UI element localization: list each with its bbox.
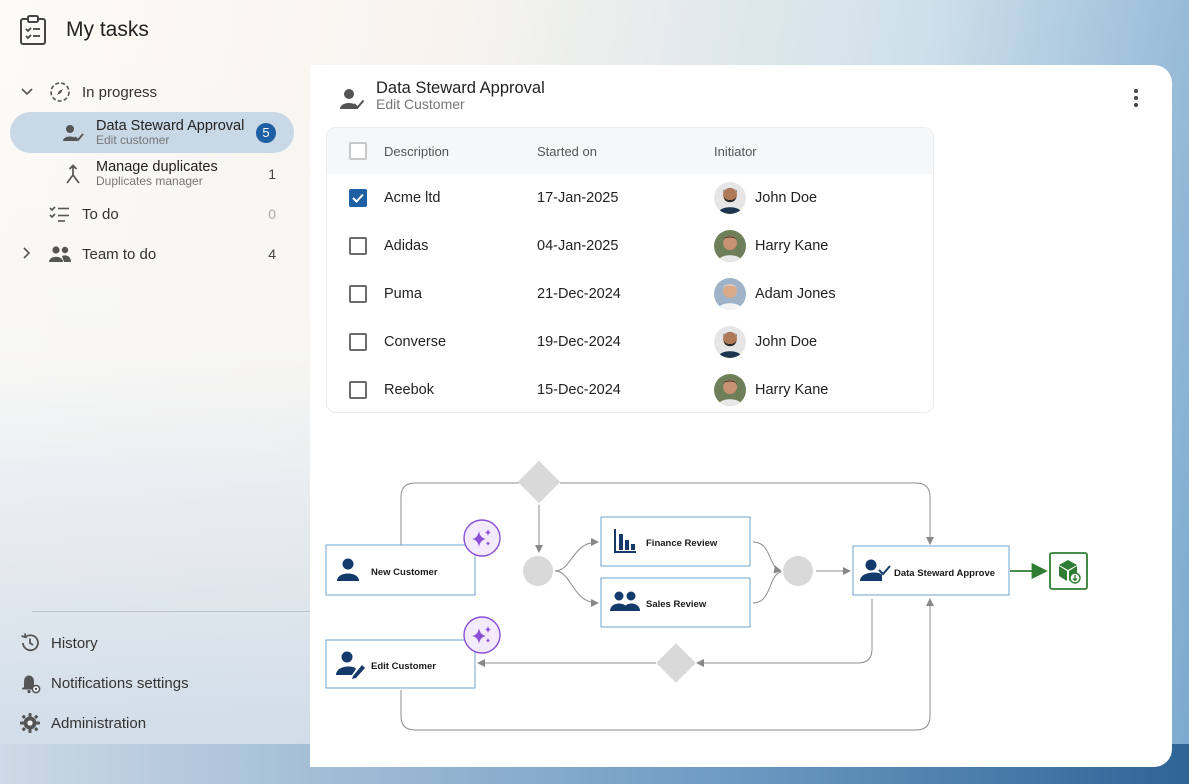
nav-notifications-label: Notifications settings — [51, 674, 189, 692]
row-description: Adidas — [384, 238, 429, 254]
row-initiator: Harry Kane — [755, 382, 829, 398]
progress-compass-icon — [46, 81, 74, 103]
count-badge: 5 — [256, 122, 276, 143]
task-table: Description Started on Initiator Acme lt… — [326, 127, 934, 413]
task-subtitle: Edit Customer — [376, 96, 465, 113]
user-check-icon — [62, 123, 84, 143]
row-checkbox[interactable] — [348, 237, 367, 255]
node-finance-review[interactable]: Finance Review — [600, 516, 751, 567]
page-title: My tasks — [66, 18, 149, 41]
row-started-on: 19-Dec-2024 — [537, 334, 621, 350]
clipboard-list-icon — [18, 14, 48, 46]
row-initiator: John Doe — [755, 334, 818, 350]
row-initiator: Adam Jones — [755, 286, 836, 302]
row-checkbox[interactable] — [348, 285, 367, 303]
checklist-icon — [46, 205, 74, 223]
row-description: Acme ltd — [384, 190, 441, 206]
node-edit-customer[interactable]: Edit Customer — [325, 639, 476, 689]
gateway-diamond[interactable] — [656, 643, 696, 683]
sidebar-bottom-nav: History Notifications settings Administr… — [18, 623, 189, 743]
chevron-down-icon[interactable] — [16, 85, 38, 99]
nav-item-subtitle: Edit customer — [96, 132, 170, 147]
nav-to-do-label: To do — [82, 205, 119, 223]
node-new-customer[interactable]: New Customer — [325, 544, 476, 596]
row-checkbox[interactable] — [348, 381, 367, 399]
table-row[interactable]: Converse 19-Dec-2024 John Doe — [327, 318, 933, 366]
nav-notifications-settings[interactable]: Notifications settings — [18, 663, 189, 703]
select-all-checkbox[interactable] — [348, 142, 367, 160]
row-checkbox[interactable] — [348, 333, 367, 351]
nav-to-do-count: 0 — [268, 206, 276, 222]
column-header[interactable]: Started on — [537, 144, 714, 159]
node-label: Finance Review — [646, 538, 718, 549]
table-header: Description Started on Initiator — [327, 128, 933, 174]
nav-item-data-steward-approval[interactable]: Data Steward Approval Edit customer 5 — [10, 112, 294, 153]
bell-settings-icon — [18, 672, 42, 694]
row-started-on: 21-Dec-2024 — [537, 286, 621, 302]
nav-item-manage-duplicates[interactable]: Manage duplicates Duplicates manager 1 — [8, 153, 298, 194]
gateway-circle[interactable] — [783, 556, 813, 586]
node-label: New Customer — [371, 567, 438, 578]
column-header[interactable]: Description — [384, 144, 537, 159]
column-header[interactable]: Initiator — [714, 144, 933, 159]
sidebar-divider — [32, 611, 310, 612]
history-icon — [18, 632, 42, 654]
app-header: My tasks — [18, 14, 149, 46]
nav-team-to-do[interactable]: Team to do 4 — [8, 234, 298, 274]
chevron-right-icon[interactable] — [16, 246, 38, 262]
completed-package-icon[interactable] — [1049, 552, 1088, 590]
nav-administration[interactable]: Administration — [18, 703, 189, 743]
nav-in-progress-label: In progress — [82, 83, 158, 101]
table-row[interactable]: Reebok 15-Dec-2024 Harry Kane — [327, 366, 933, 412]
nav-item-title: Manage duplicates — [96, 158, 218, 175]
row-description: Reebok — [384, 382, 434, 398]
gateway-diamond[interactable] — [517, 460, 561, 504]
node-label: Sales Review — [646, 599, 707, 610]
nav-to-do[interactable]: To do 0 — [8, 194, 298, 234]
row-description: Converse — [384, 334, 447, 350]
nav-in-progress[interactable]: In progress — [8, 72, 298, 112]
gear-icon — [18, 712, 42, 734]
ai-sparkle-icon[interactable] — [463, 519, 501, 557]
row-initiator: Harry Kane — [755, 238, 829, 254]
nav-item-subtitle: Duplicates manager — [96, 173, 203, 188]
table-row[interactable]: Acme ltd 17-Jan-2025 John Doe — [327, 174, 933, 222]
row-started-on: 17-Jan-2025 — [537, 190, 619, 206]
nav-item-count: 1 — [268, 165, 276, 182]
merge-icon — [62, 163, 84, 184]
team-icon — [46, 245, 74, 263]
avatar — [714, 182, 746, 214]
row-started-on: 04-Jan-2025 — [537, 238, 619, 254]
workflow-diagram: New Customer Edit Customer Finance Revie… — [325, 460, 1088, 731]
node-sales-review[interactable]: Sales Review — [600, 577, 751, 628]
row-description: Puma — [384, 286, 422, 302]
nav-team-to-do-count: 4 — [268, 246, 276, 262]
node-data-steward-approve[interactable]: Data Steward Approve — [852, 545, 1010, 596]
avatar — [714, 278, 746, 310]
table-row[interactable]: Adidas 04-Jan-2025 Harry Kane — [327, 222, 933, 270]
avatar — [714, 230, 746, 262]
table-row[interactable]: Puma 21-Dec-2024 Adam Jones — [327, 270, 933, 318]
row-started-on: 15-Dec-2024 — [537, 382, 621, 398]
avatar — [714, 374, 746, 406]
gateway-circle[interactable] — [523, 556, 553, 586]
row-initiator: John Doe — [755, 190, 818, 206]
avatar — [714, 326, 746, 358]
user-check-icon — [338, 87, 366, 111]
nav-history[interactable]: History — [18, 623, 189, 663]
node-label: Edit Customer — [371, 661, 436, 672]
sidebar-nav: In progress Data Steward Approval Edit c… — [8, 72, 298, 274]
ai-sparkle-icon[interactable] — [463, 616, 501, 654]
node-label: Data Steward Approve — [894, 568, 995, 579]
nav-administration-label: Administration — [51, 714, 147, 732]
task-title: Data Steward Approval — [376, 79, 545, 97]
nav-team-to-do-label: Team to do — [82, 245, 157, 263]
nav-history-label: History — [51, 634, 98, 652]
row-checkbox-checked[interactable] — [348, 189, 367, 207]
nav-item-title: Data Steward Approval — [96, 117, 245, 134]
more-options-icon[interactable] — [1130, 89, 1142, 107]
task-header: Data Steward Approval Edit Customer — [338, 79, 545, 113]
